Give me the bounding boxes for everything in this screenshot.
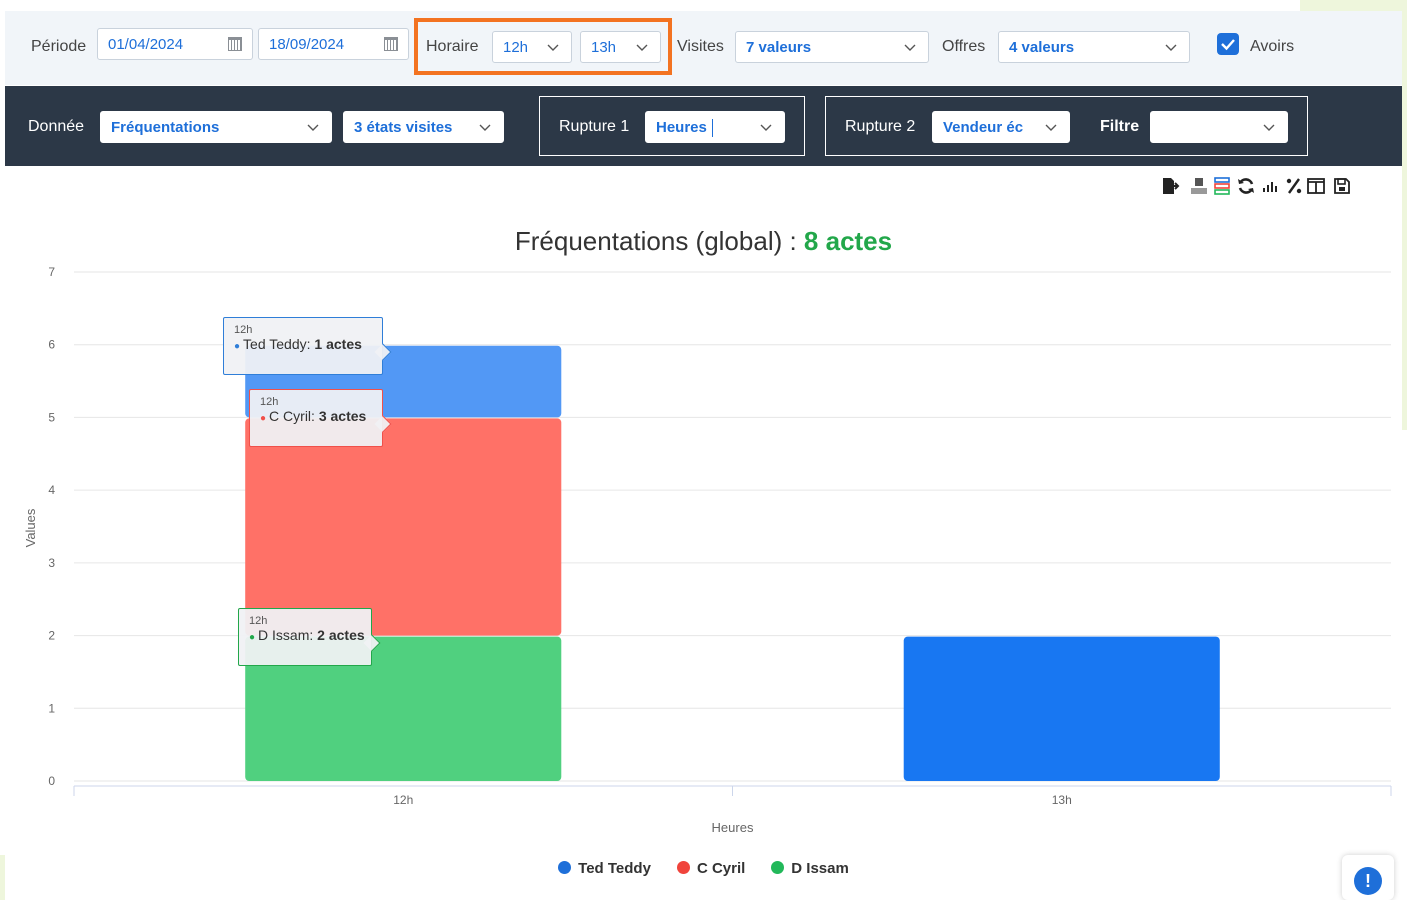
chevron-down-icon (479, 121, 491, 133)
y-tick-label: 5 (48, 410, 55, 424)
rupture1-select[interactable]: Heures (645, 111, 785, 143)
rupture2-select[interactable]: Vendeur éc (932, 111, 1070, 143)
filtre-select[interactable] (1150, 111, 1288, 143)
offres-label: Offres (942, 38, 986, 55)
offres-select[interactable]: 4 valeurs (998, 31, 1190, 63)
filtre-label: Filtre (1100, 118, 1140, 135)
chevron-down-icon (307, 121, 319, 133)
tooltip-value: 1 actes (314, 336, 362, 352)
bar-chart-icon[interactable] (1260, 176, 1280, 196)
avoirs-label: Avoirs (1250, 38, 1295, 55)
legend-dot-icon (558, 861, 572, 874)
y-axis-title: Values (23, 508, 38, 547)
columns-icon[interactable] (1306, 176, 1326, 196)
config-bar: Donnée Fréquentations 3 états visites Ru… (5, 86, 1402, 166)
visites-label: Visites (677, 38, 724, 55)
date-to-input[interactable]: 18/09/2024 (258, 28, 409, 60)
legend-item[interactable]: Ted Teddy (558, 860, 651, 877)
highlight-box (414, 18, 672, 75)
check-icon (1221, 39, 1235, 51)
number-format-icon[interactable] (1189, 176, 1209, 196)
legend-label: Ted Teddy (578, 860, 651, 877)
y-tick-label: 1 (48, 701, 55, 715)
filter-bar: Période 01/04/2024 18/09/2024 Horaire 12… (5, 11, 1402, 85)
background-decoration (1300, 0, 1407, 11)
donnee-label: Donnée (28, 118, 85, 135)
series-dot-icon: ● (249, 632, 256, 643)
tooltip: 12h ● D Issam: 2 actes (238, 608, 381, 666)
tooltip-series: C Cyril (269, 408, 312, 424)
chart-title: Fréquentations (global) : 8 actes (0, 226, 1407, 257)
tooltip-value: 3 actes (318, 408, 367, 424)
legend-item[interactable]: C Cyril (676, 860, 746, 877)
percent-icon[interactable] (1284, 176, 1304, 196)
calendar-icon[interactable] (384, 37, 398, 51)
donnee-select[interactable]: Fréquentations (100, 111, 332, 143)
chevron-down-icon (904, 41, 916, 53)
chevron-down-icon (1165, 41, 1177, 53)
calendar-icon[interactable] (228, 37, 242, 51)
refresh-icon[interactable] (1236, 176, 1256, 196)
chevron-down-icon (760, 121, 772, 133)
bar-ted-teddy-13h (903, 636, 1220, 781)
chart-title-total: 8 actes (803, 226, 893, 256)
tooltip-title: 12h (249, 615, 268, 627)
tooltip-title: 12h (234, 324, 253, 336)
rupture1-label: Rupture 1 (559, 118, 630, 135)
legend-dot-icon (676, 861, 690, 874)
y-tick-label: 3 (48, 556, 55, 570)
tooltip-separator: : (309, 627, 318, 643)
tooltip-series: D Issam (258, 627, 310, 643)
chart-legend: Ted Teddy C Cyril D Issam (0, 860, 1407, 877)
chevron-down-icon (1263, 121, 1275, 133)
etats-visites-select[interactable]: 3 états visites (343, 111, 504, 143)
help-button[interactable]: ! (1342, 855, 1394, 900)
y-tick-label: 7 (48, 265, 55, 279)
series-dot-icon: ● (234, 341, 241, 352)
save-icon[interactable] (1332, 176, 1352, 196)
y-tick-label: 0 (48, 774, 55, 788)
tooltip: 12h ● Ted Teddy: 1 actes (223, 317, 392, 375)
chart-title-prefix: Fréquentations (global) : (514, 226, 804, 256)
periode-label: Période (31, 38, 87, 55)
y-tick-label: 6 (48, 338, 55, 352)
date-from-input[interactable]: 01/04/2024 (97, 28, 253, 60)
tooltip-series: Ted Teddy (243, 336, 307, 352)
series-dot-icon: ● (260, 413, 267, 424)
bar-c-cyril-12h (245, 418, 562, 636)
chart-canvas: 0 1 2 3 4 5 6 7 12h 13h Heures Values (23, 265, 1392, 835)
y-tick-label: 4 (48, 483, 55, 497)
visites-select[interactable]: 7 valeurs (735, 31, 929, 63)
legend-label: C Cyril (696, 860, 746, 877)
rupture2-label: Rupture 2 (845, 118, 916, 135)
chevron-down-icon (1045, 121, 1057, 133)
x-tick-label: 12h (393, 793, 413, 807)
stack-icon[interactable] (1212, 176, 1232, 196)
x-axis-title: Heures (712, 820, 754, 835)
x-tick-label: 13h (1052, 793, 1072, 807)
tooltip-title: 12h (260, 396, 279, 408)
export-icon[interactable] (1160, 176, 1180, 196)
alert-icon: ! (1354, 867, 1382, 895)
tooltip: 12h ● C Cyril: 3 actes (249, 389, 392, 447)
tooltip-value: 2 actes (317, 627, 365, 643)
legend-dot-icon (771, 861, 785, 874)
avoirs-checkbox[interactable] (1217, 33, 1239, 55)
text-cursor (712, 119, 713, 137)
legend-item[interactable]: D Issam (771, 860, 849, 877)
y-tick-label: 2 (48, 629, 55, 643)
tooltip-separator: : (311, 408, 319, 424)
legend-label: D Issam (791, 860, 849, 877)
